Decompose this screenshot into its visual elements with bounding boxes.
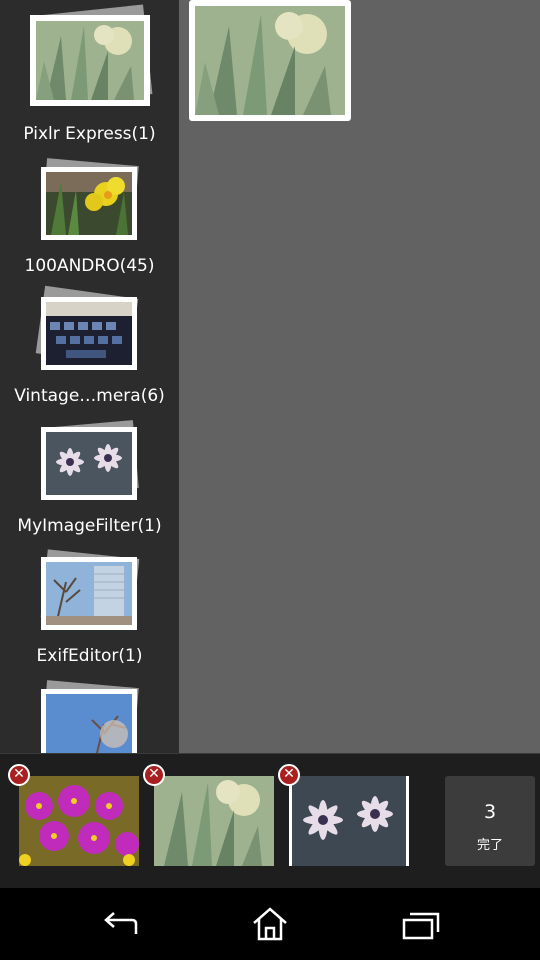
album-thumbnail xyxy=(41,167,137,240)
back-icon[interactable] xyxy=(100,906,140,942)
album-item-100andro[interactable]: 100ANDRO(45) xyxy=(0,150,179,280)
recents-icon[interactable] xyxy=(400,906,440,942)
album-thumbnail xyxy=(41,689,137,753)
daffodil-faded-photo xyxy=(195,6,345,115)
daisy-photo xyxy=(46,432,132,495)
selected-count: 3 xyxy=(483,801,497,823)
album-label: Vintage…mera(6) xyxy=(14,386,165,406)
selection-tray: ✕ ✕ ✕ 3 完了 xyxy=(0,753,540,888)
remove-icon[interactable]: ✕ xyxy=(8,764,30,786)
album-thumbnail xyxy=(41,557,137,630)
album-item-myimagefilter[interactable]: MyImageFilter(1) xyxy=(0,410,179,540)
album-item-vintage-camera[interactable]: Vintage…mera(6) xyxy=(0,280,179,410)
daffodil-yellow-photo xyxy=(46,172,132,235)
album-label: ExifEditor(1) xyxy=(36,646,143,666)
album-label: 100ANDRO(45) xyxy=(24,256,155,276)
done-label: 完了 xyxy=(476,838,503,853)
home-icon[interactable] xyxy=(250,906,290,942)
purple-flowers-photo xyxy=(19,776,139,866)
remove-icon[interactable]: ✕ xyxy=(278,764,300,786)
album-label: Pixlr Express(1) xyxy=(23,124,156,144)
album-thumbnail xyxy=(41,297,137,370)
daisy-photo xyxy=(289,776,409,866)
keyboard-photo xyxy=(46,302,132,365)
album-thumbnail xyxy=(30,15,150,106)
done-button[interactable]: 3 完了 xyxy=(445,776,535,866)
album-sidebar: Pixlr Express(1) 100ANDRO(45) Vintage…me… xyxy=(0,0,179,753)
album-thumbnail xyxy=(41,427,137,500)
daffodil-faded-photo xyxy=(154,776,274,866)
building-photo xyxy=(46,562,132,625)
album-item-exifeditor[interactable]: ExifEditor(1) xyxy=(0,540,179,670)
grid-photo-selected[interactable] xyxy=(189,0,351,121)
album-item-pixlr-express[interactable]: Pixlr Express(1) xyxy=(0,0,179,150)
tray-item-purple-flowers[interactable] xyxy=(19,776,139,866)
sky-tree-photo xyxy=(46,694,132,753)
tray-item-daisy[interactable] xyxy=(289,776,409,866)
navigation-bar xyxy=(0,888,540,960)
album-label: MyImageFilter(1) xyxy=(17,516,162,536)
album-item-partial[interactable] xyxy=(0,670,179,753)
remove-icon[interactable]: ✕ xyxy=(143,764,165,786)
tray-item-daffodil-faded[interactable] xyxy=(154,776,274,866)
daffodil-faded-photo xyxy=(36,21,144,100)
